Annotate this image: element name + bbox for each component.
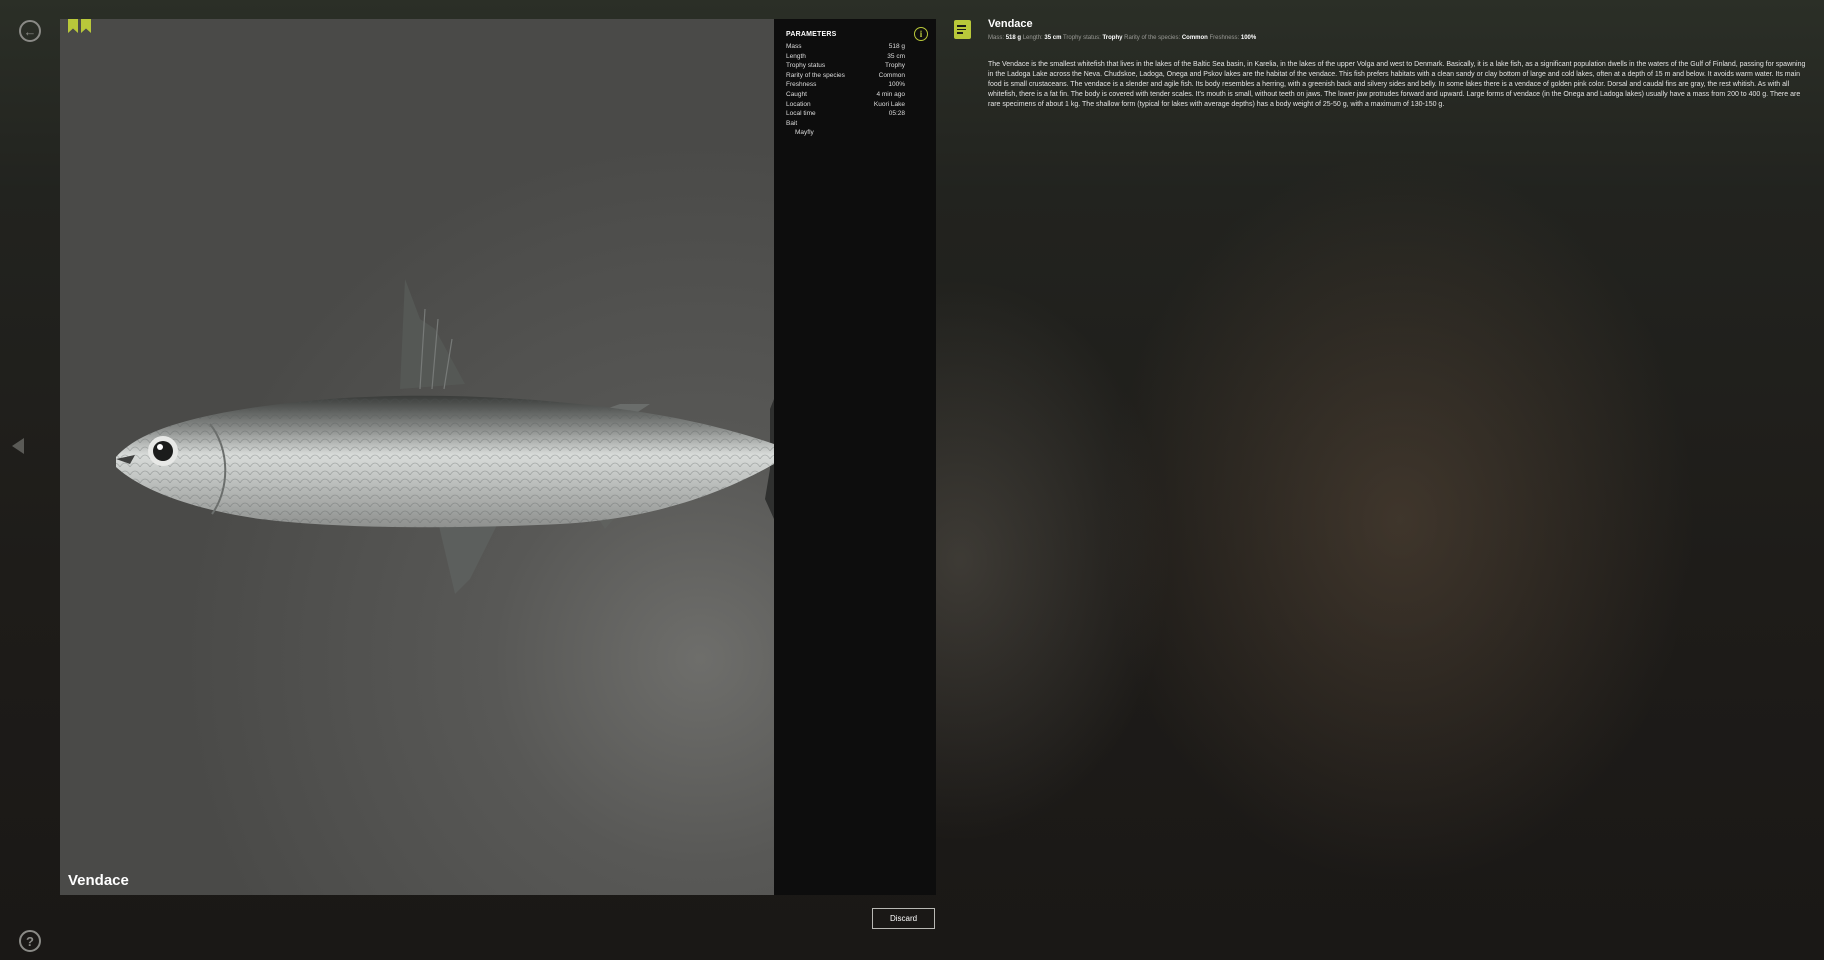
param-row-location: Location Kuori Lake xyxy=(786,100,905,110)
stat-label: Freshness: xyxy=(1209,35,1240,41)
param-value: Trophy xyxy=(885,62,905,70)
fish-photo-panel: Vendace xyxy=(60,19,774,895)
stat-label: Mass: xyxy=(988,35,1005,41)
question-mark-icon: ? xyxy=(26,933,34,949)
description-stats: Mass: 518 g Length: 35 cm Trophy status:… xyxy=(988,35,1256,41)
stat-value: Common xyxy=(1181,35,1208,41)
param-label: Caught xyxy=(786,90,807,98)
bait-value: Mayfly xyxy=(795,129,814,137)
discard-button[interactable]: Discard xyxy=(872,908,935,929)
param-value: Kuori Lake xyxy=(873,100,905,108)
param-label: Length xyxy=(786,52,806,60)
param-row-rarity: Rarity of the species Common xyxy=(786,71,905,81)
back-arrow-icon: ← xyxy=(23,23,37,39)
note-icon xyxy=(954,20,971,39)
parameters-list: Mass 518 g Length 35 cm Trophy status Tr… xyxy=(786,42,924,138)
param-row-local-time: Local time 05:28 xyxy=(786,109,905,119)
stat-label: Length: xyxy=(1022,35,1043,41)
param-row-length: Length 35 cm xyxy=(786,52,905,62)
parameters-panel: i PARAMETERS Mass 518 g Length 35 cm Tro… xyxy=(774,19,936,895)
param-label: Trophy status xyxy=(786,62,826,70)
fish-image xyxy=(116,279,774,594)
param-value: Common xyxy=(878,71,905,79)
param-value: 100% xyxy=(888,81,905,89)
info-icon[interactable]: i xyxy=(914,27,928,41)
param-label: Location xyxy=(786,100,811,108)
param-row-mass: Mass 518 g xyxy=(786,42,905,52)
param-label: Freshness xyxy=(786,81,817,89)
param-label: Rarity of the species xyxy=(786,71,845,79)
stat-value: 100% xyxy=(1240,35,1257,41)
back-button[interactable]: ← xyxy=(19,20,41,42)
bookmark-icon[interactable] xyxy=(81,19,91,33)
stat-label: Rarity of the species: xyxy=(1124,35,1181,41)
fish-title: Vendace xyxy=(68,872,129,889)
help-button[interactable]: ? xyxy=(19,930,41,952)
param-value: 4 min ago xyxy=(876,90,905,98)
bait-label: Bait xyxy=(786,119,798,127)
param-row-freshness: Freshness 100% xyxy=(786,80,905,90)
param-value: 05:28 xyxy=(888,110,905,118)
stat-value: 35 cm xyxy=(1044,35,1062,41)
parameters-title: PARAMETERS xyxy=(786,31,837,38)
param-row-trophy-status: Trophy status Trophy xyxy=(786,61,905,71)
param-value: 35 cm xyxy=(887,52,905,60)
param-value: 518 g xyxy=(888,43,905,50)
param-label: Local time xyxy=(786,110,816,118)
description-title: Vendace xyxy=(988,18,1033,30)
param-label: Mass xyxy=(786,43,802,50)
description-text: The Vendace is the smallest whitefish th… xyxy=(988,61,1806,108)
stat-value: 518 g xyxy=(1005,35,1022,41)
param-row-caught: Caught 4 min ago xyxy=(786,90,905,100)
stat-label: Trophy status: xyxy=(1062,35,1101,41)
stat-value: Trophy xyxy=(1102,35,1123,41)
bookmark-check-icon[interactable] xyxy=(68,19,78,33)
prev-fish-chevron-left-icon[interactable] xyxy=(12,438,24,454)
